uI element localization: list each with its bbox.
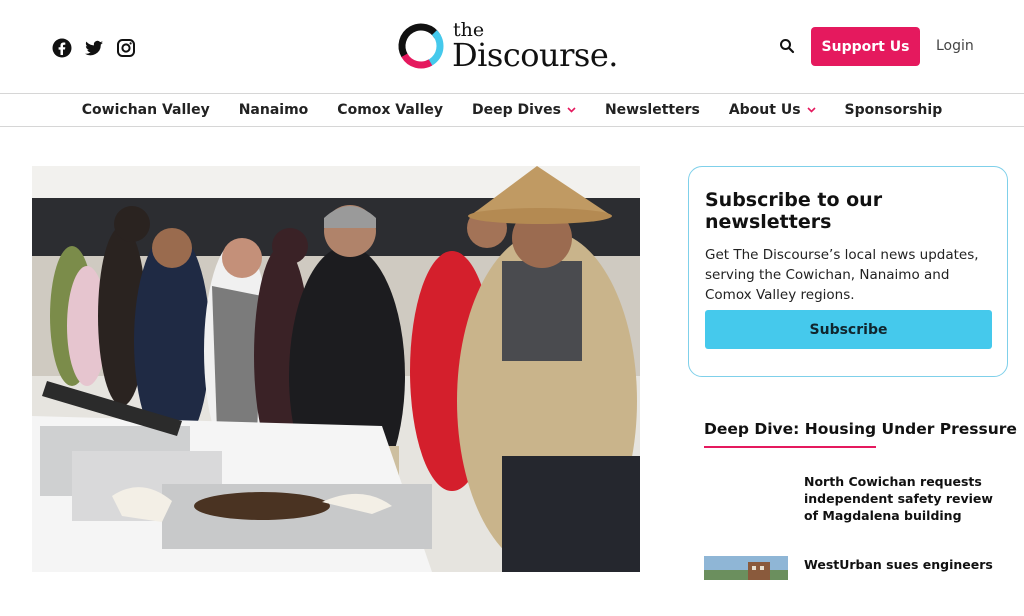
- nav-item-label: Comox Valley: [337, 102, 444, 118]
- newsletter-title: Subscribe to our newsletters: [705, 189, 883, 233]
- logo-wordmark: Discourse.: [452, 36, 618, 74]
- section-title-underline: [704, 446, 876, 448]
- nav-item-about-us[interactable]: About Us: [729, 102, 816, 118]
- chevron-down-icon: [567, 107, 576, 113]
- newsletter-description: Get The Discourse’s local news updates, …: [705, 247, 979, 303]
- nav-item-label: Deep Dives: [472, 102, 561, 118]
- ceremony-photo: [32, 166, 640, 572]
- nav-item-nanaimo[interactable]: Nanaimo: [239, 102, 309, 118]
- nav-item-comox-valley[interactable]: Comox Valley: [337, 102, 443, 118]
- login-link[interactable]: Login: [936, 38, 974, 54]
- article-thumbnail[interactable]: [704, 556, 788, 580]
- featured-story-photo[interactable]: [32, 166, 640, 572]
- social-links: [52, 38, 136, 58]
- nav-item-newsletters[interactable]: Newsletters: [605, 102, 700, 118]
- support-us-button[interactable]: Support Us: [811, 27, 920, 66]
- building-thumbnail-image: [704, 556, 788, 580]
- list-item[interactable]: North Cowichan requests independent safe…: [704, 473, 1004, 533]
- facebook-icon[interactable]: [52, 38, 72, 58]
- nav-item-label: About Us: [728, 102, 801, 118]
- subscribe-button[interactable]: Subscribe: [705, 310, 992, 349]
- nav-item-label: Newsletters: [604, 102, 700, 118]
- main-nav: Cowichan Valley Nanaimo Comox Valley Dee…: [0, 93, 1024, 127]
- logo-ring-icon: [398, 23, 444, 69]
- twitter-icon[interactable]: [84, 38, 104, 58]
- deep-dive-section-title[interactable]: Deep Dive: Housing Under Pressure: [704, 420, 1017, 438]
- nav-item-sponsorship[interactable]: Sponsorship: [845, 102, 943, 118]
- site-header: the Discourse. Support Us Login: [0, 0, 1024, 93]
- nav-item-label: Nanaimo: [238, 102, 309, 118]
- nav-item-cowichan-valley[interactable]: Cowichan Valley: [82, 102, 210, 118]
- list-item[interactable]: WestUrban sues engineers: [704, 556, 1004, 616]
- nav-item-deep-dives[interactable]: Deep Dives: [472, 102, 576, 118]
- chevron-down-icon: [806, 107, 816, 113]
- newsletter-signup-card: Subscribe to our newsletters Get The Dis…: [688, 166, 1008, 377]
- nav-item-label: Cowichan Valley: [81, 102, 210, 118]
- search-icon[interactable]: [778, 37, 796, 55]
- article-headline[interactable]: WestUrban sues engineers: [804, 556, 1000, 573]
- article-headline[interactable]: North Cowichan requests independent safe…: [804, 473, 1000, 524]
- site-logo[interactable]: the Discourse.: [396, 18, 626, 74]
- nav-item-label: Sponsorship: [844, 102, 943, 118]
- instagram-icon[interactable]: [116, 38, 136, 58]
